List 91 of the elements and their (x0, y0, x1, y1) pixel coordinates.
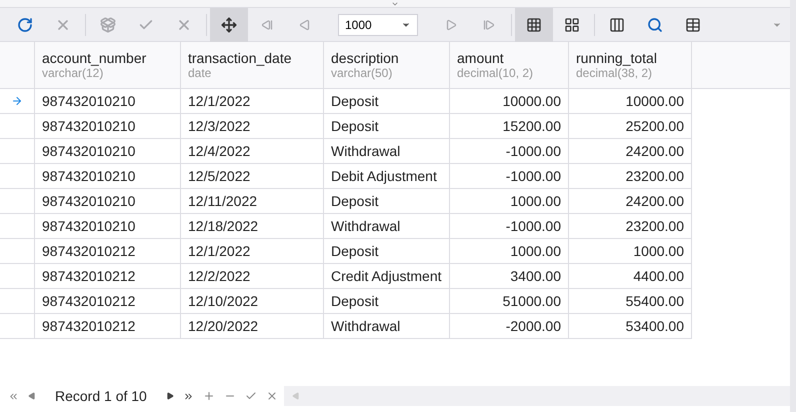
row-header[interactable] (0, 289, 35, 314)
collapse-icon[interactable] (391, 0, 399, 8)
table-cell: 1000.00 (569, 239, 692, 264)
table-icon (685, 16, 701, 32)
column-header[interactable]: transaction_date date (181, 42, 324, 88)
add-icon[interactable] (202, 390, 215, 402)
table-cell: 12/1/2022 (181, 89, 324, 114)
table-cell: Withdrawal (324, 314, 450, 339)
table-cell: Credit Adjustment (324, 264, 450, 289)
row-header[interactable] (0, 264, 35, 289)
table-cell: 987432010212 (35, 314, 181, 339)
table-cell: 12/18/2022 (181, 214, 324, 239)
row-header[interactable] (0, 89, 35, 114)
table-cell: 10000.00 (569, 89, 692, 114)
record-counter: Record 1 of 10 (55, 386, 147, 406)
table-cell: Deposit (324, 89, 450, 114)
table-cell: 4400.00 (569, 264, 692, 289)
table-cell: 10000.00 (450, 89, 569, 114)
table-cell: 987432010210 (35, 189, 181, 214)
row-header[interactable] (0, 189, 35, 214)
check-icon[interactable] (244, 390, 257, 402)
table-cell: -1000.00 (450, 139, 569, 164)
table-cell: 12/10/2022 (181, 289, 324, 314)
table-cell: 987432010210 (35, 214, 181, 239)
next-icon (445, 18, 457, 30)
table-cell: Deposit (324, 114, 450, 139)
table-cell: 987432010210 (35, 139, 181, 164)
table-cell: 24200.00 (569, 189, 692, 214)
autofit-button[interactable] (210, 8, 248, 42)
first-record-icon[interactable] (8, 390, 19, 402)
table-cell: 987432010210 (35, 114, 181, 139)
row-header[interactable] (0, 314, 35, 339)
table-cell: Deposit (324, 289, 450, 314)
columns-icon (609, 16, 625, 32)
table-cell: 1000.00 (450, 189, 569, 214)
table-cell: 12/1/2022 (181, 239, 324, 264)
table-cell: -1000.00 (450, 214, 569, 239)
table-cell: Debit Adjustment (324, 164, 450, 189)
table-cell: 987432010210 (35, 89, 181, 114)
table-cell: 987432010212 (35, 264, 181, 289)
table-cell: 51000.00 (450, 289, 569, 314)
table-cell: 3400.00 (450, 264, 569, 289)
table-cell: 1000.00 (450, 239, 569, 264)
table-cell: 12/4/2022 (181, 139, 324, 164)
previous-icon (299, 18, 311, 30)
grid-button[interactable] (515, 8, 553, 42)
last-icon (483, 18, 495, 30)
refresh-icon (17, 16, 33, 32)
row-header[interactable] (0, 239, 35, 264)
table-cell: 987432010210 (35, 164, 181, 189)
search-icon (647, 16, 663, 32)
column-header[interactable]: description varchar(50) (324, 42, 450, 88)
column-header[interactable]: account_number varchar(12) (35, 42, 181, 88)
close-icon[interactable] (266, 390, 278, 402)
row-header[interactable] (0, 164, 35, 189)
column-header[interactable]: running_total decimal(38, 2) (569, 42, 692, 88)
limit-dropdown[interactable]: 1000 (338, 14, 418, 36)
table-cell: 25200.00 (569, 114, 692, 139)
table-cell: -1000.00 (450, 164, 569, 189)
table-cell: 987432010212 (35, 239, 181, 264)
form-icon (564, 16, 580, 32)
grid-icon (526, 16, 542, 32)
table-cell: 12/5/2022 (181, 164, 324, 189)
grid-resize-icon (221, 16, 237, 32)
table-cell: Withdrawal (324, 139, 450, 164)
row-header[interactable] (0, 214, 35, 239)
table-cell: 12/20/2022 (181, 314, 324, 339)
table-cell: 987432010212 (35, 289, 181, 314)
last-record-icon[interactable] (182, 390, 194, 402)
first-icon (261, 18, 273, 30)
table-cell: 24200.00 (569, 139, 692, 164)
previous-record-icon[interactable] (28, 392, 36, 400)
row-header[interactable] (0, 139, 35, 164)
table-cell: 23200.00 (569, 164, 692, 189)
box-icon (100, 16, 116, 32)
table-cell: Withdrawal (324, 214, 450, 239)
table-cell: 23200.00 (569, 214, 692, 239)
table-cell: 15200.00 (450, 114, 569, 139)
row-header[interactable] (0, 114, 35, 139)
table-cell: Deposit (324, 239, 450, 264)
table-cell: 12/2/2022 (181, 264, 324, 289)
table-cell: 55400.00 (569, 289, 692, 314)
column-header[interactable]: amount decimal(10, 2) (450, 42, 569, 88)
scroll-left-icon[interactable] (292, 392, 300, 400)
horizontal-scrollbar[interactable] (284, 386, 790, 406)
table-cell: -2000.00 (450, 314, 569, 339)
table-cell: 12/3/2022 (181, 114, 324, 139)
table-cell: Deposit (324, 189, 450, 214)
next-record-icon[interactable] (166, 392, 174, 400)
table-cell: 12/11/2022 (181, 189, 324, 214)
table-cell: 53400.00 (569, 314, 692, 339)
